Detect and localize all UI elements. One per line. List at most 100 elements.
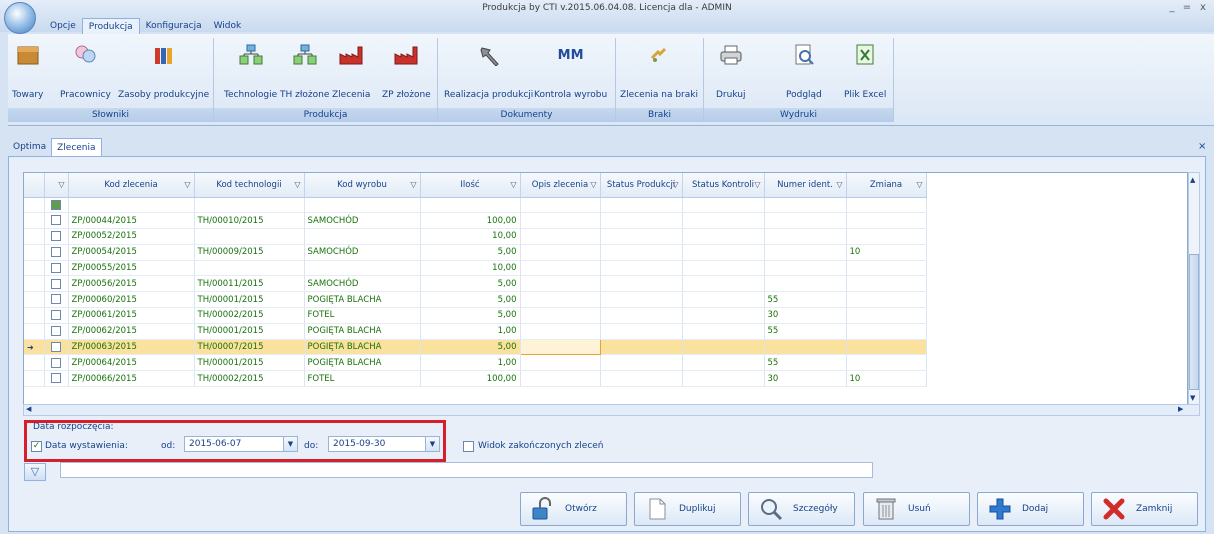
maximize-button[interactable]: = — [1181, 2, 1193, 13]
cell-wyrob[interactable]: FOTEL — [304, 307, 421, 324]
row-checkbox[interactable] — [51, 278, 61, 289]
filter-icon[interactable]: ▽ — [410, 180, 416, 189]
filter-button[interactable]: ▽ — [24, 463, 46, 481]
usun-button[interactable]: Usuń — [863, 492, 970, 526]
tab-optima[interactable]: Optima — [8, 138, 51, 156]
column-header-ilosc[interactable]: Ilość ▽ — [420, 173, 521, 198]
podglad-button[interactable]: Podgląd — [786, 42, 822, 100]
cell-tech[interactable]: TH/00011/2015 — [194, 275, 305, 293]
cell-skontr[interactable] — [682, 228, 765, 245]
table-row[interactable]: ZP/00055/2015 10,00 — [24, 260, 927, 277]
zp-zlozone-button[interactable]: ZP złożone — [382, 42, 431, 100]
szczegoly-button[interactable]: Szczegóły — [748, 492, 855, 526]
kontrola-button[interactable]: MM Kontrola wyrobu — [534, 42, 607, 101]
tab-produkcja[interactable]: Produkcja — [81, 18, 140, 34]
cell-zmiana[interactable] — [846, 339, 927, 356]
select-column-header[interactable]: ▽ — [44, 173, 69, 198]
column-header-status-produkcji[interactable]: Status Produkcji ▽ — [600, 173, 683, 198]
cell-tech[interactable]: TH/00001/2015 — [194, 323, 305, 340]
column-header-numer-ident[interactable]: Numer ident. ▽ — [764, 173, 847, 198]
cell-tech[interactable]: TH/00002/2015 — [194, 370, 305, 388]
cell-tech[interactable]: TH/00001/2015 — [194, 354, 305, 372]
cell-kod[interactable]: ZP/00044/2015 — [68, 212, 195, 230]
filter-icon[interactable]: ▽ — [58, 180, 64, 189]
cell-ilosc[interactable]: 1,00 — [420, 323, 521, 340]
cell-ilosc[interactable]: 5,00 — [420, 339, 521, 356]
row-checkbox[interactable] — [51, 247, 61, 258]
cell-skontr[interactable] — [682, 370, 765, 388]
cell-zmiana[interactable]: 10 — [846, 244, 927, 261]
cell-kod[interactable]: ZP/00061/2015 — [68, 307, 195, 324]
towary-button[interactable]: Towary — [12, 42, 43, 100]
column-header-status-kontroli[interactable]: Status Kontroli ▽ — [682, 173, 765, 198]
cell-sprod[interactable] — [600, 307, 683, 324]
cell-ilosc[interactable]: 10,00 — [420, 260, 521, 277]
row-checkbox[interactable] — [51, 262, 61, 273]
cell-tech[interactable] — [194, 260, 305, 277]
cell-ilosc[interactable]: 5,00 — [420, 307, 521, 324]
cell-wyrob[interactable]: POGIĘTA BLACHA — [304, 323, 421, 340]
cell-nr[interactable]: 30 — [764, 370, 847, 388]
cell-ilosc[interactable]: 5,00 — [420, 275, 521, 293]
cell-tech[interactable]: TH/00002/2015 — [194, 307, 305, 324]
plik-excel-button[interactable]: Plik Excel — [844, 42, 886, 100]
filter-icon[interactable]: ▽ — [590, 180, 596, 189]
filter-icon[interactable]: ▽ — [510, 180, 516, 189]
select-all-checkbox[interactable] — [51, 199, 61, 210]
row-checkbox[interactable] — [51, 310, 61, 321]
cell-zmiana[interactable] — [846, 260, 927, 277]
cell-wyrob[interactable]: POGIĘTA BLACHA — [304, 354, 421, 372]
cell-kod[interactable]: ZP/00054/2015 — [68, 244, 195, 261]
cell-zmiana[interactable] — [846, 275, 927, 293]
cell-sprod[interactable] — [600, 370, 683, 388]
filter-icon[interactable]: ▽ — [836, 180, 842, 189]
cell-tech[interactable]: TH/00007/2015 — [194, 339, 305, 356]
cell-wyrob[interactable]: SAMOCHÓD — [304, 212, 421, 230]
cell-ilosc[interactable]: 5,00 — [420, 291, 521, 309]
filter-icon[interactable]: ▽ — [754, 180, 760, 189]
column-header-kod-technologii[interactable]: Kod technologii ▽ — [194, 173, 305, 198]
close-tab-icon[interactable]: × — [1198, 141, 1206, 152]
cell-zmiana[interactable] — [846, 212, 927, 230]
cell-wyrob[interactable] — [304, 228, 421, 245]
cell-zmiana[interactable] — [846, 291, 927, 309]
cell-zmiana[interactable] — [846, 228, 927, 245]
cell-opis[interactable] — [520, 307, 601, 324]
table-row[interactable]: ZP/00044/2015 TH/00010/2015 SAMOCHÓD 100,00 — [24, 212, 927, 230]
row-checkbox[interactable] — [51, 231, 61, 242]
table-row[interactable]: ZP/00064/2015 TH/00001/2015 POGIĘTA BLACHA… — [24, 354, 927, 372]
filter-icon[interactable]: ▽ — [294, 180, 300, 189]
realizacja-button[interactable]: Realizacja produkcji — [444, 42, 533, 100]
chevron-down-icon[interactable]: ▼ — [283, 437, 297, 451]
cell-nr[interactable] — [764, 339, 847, 356]
minimize-button[interactable]: _ — [1166, 2, 1178, 13]
table-row[interactable]: ZP/00066/2015 TH/00002/2015 FOTEL 100,00 30 1… — [24, 370, 927, 388]
column-header-opis-zlecenia[interactable]: Opis zlecenia ▽ — [520, 173, 601, 198]
otworz-button[interactable]: Otwórz — [520, 492, 627, 526]
close-window-button[interactable]: x — [1197, 2, 1209, 13]
cell-nr[interactable]: 30 — [764, 307, 847, 324]
cell-nr[interactable]: 55 — [764, 354, 847, 372]
cell-kod[interactable]: ZP/00055/2015 — [68, 260, 195, 277]
pracownicy-button[interactable]: Pracownicy — [60, 42, 111, 100]
cell-skontr[interactable] — [682, 291, 765, 309]
scroll-left-icon[interactable]: ◀ — [26, 405, 31, 413]
cell-nr[interactable] — [764, 244, 847, 261]
tab-zlecenia[interactable]: Zlecenia — [51, 138, 102, 156]
cell-ilosc[interactable]: 1,00 — [420, 354, 521, 372]
cell-tech[interactable]: TH/00001/2015 — [194, 291, 305, 309]
cell-skontr[interactable] — [682, 339, 765, 356]
cell-kod[interactable]: ZP/00052/2015 — [68, 228, 195, 245]
cell-opis[interactable] — [520, 212, 601, 230]
th-zlozone-button[interactable]: TH złożone — [280, 42, 329, 100]
scroll-right-icon[interactable]: ▶ — [1178, 405, 1183, 413]
tab-konfiguracja[interactable]: Konfiguracja — [140, 18, 208, 34]
tab-opcje[interactable]: Opcje — [44, 18, 82, 34]
cell-sprod[interactable] — [600, 275, 683, 293]
cell-nr[interactable] — [764, 260, 847, 277]
cell-wyrob[interactable] — [304, 260, 421, 277]
date-to-field[interactable]: 2015-09-30 ▼ — [328, 436, 440, 452]
filter-input[interactable] — [60, 462, 873, 478]
cell-sprod[interactable] — [600, 228, 683, 245]
column-header-zmiana[interactable]: Zmiana ▽ — [846, 173, 927, 198]
